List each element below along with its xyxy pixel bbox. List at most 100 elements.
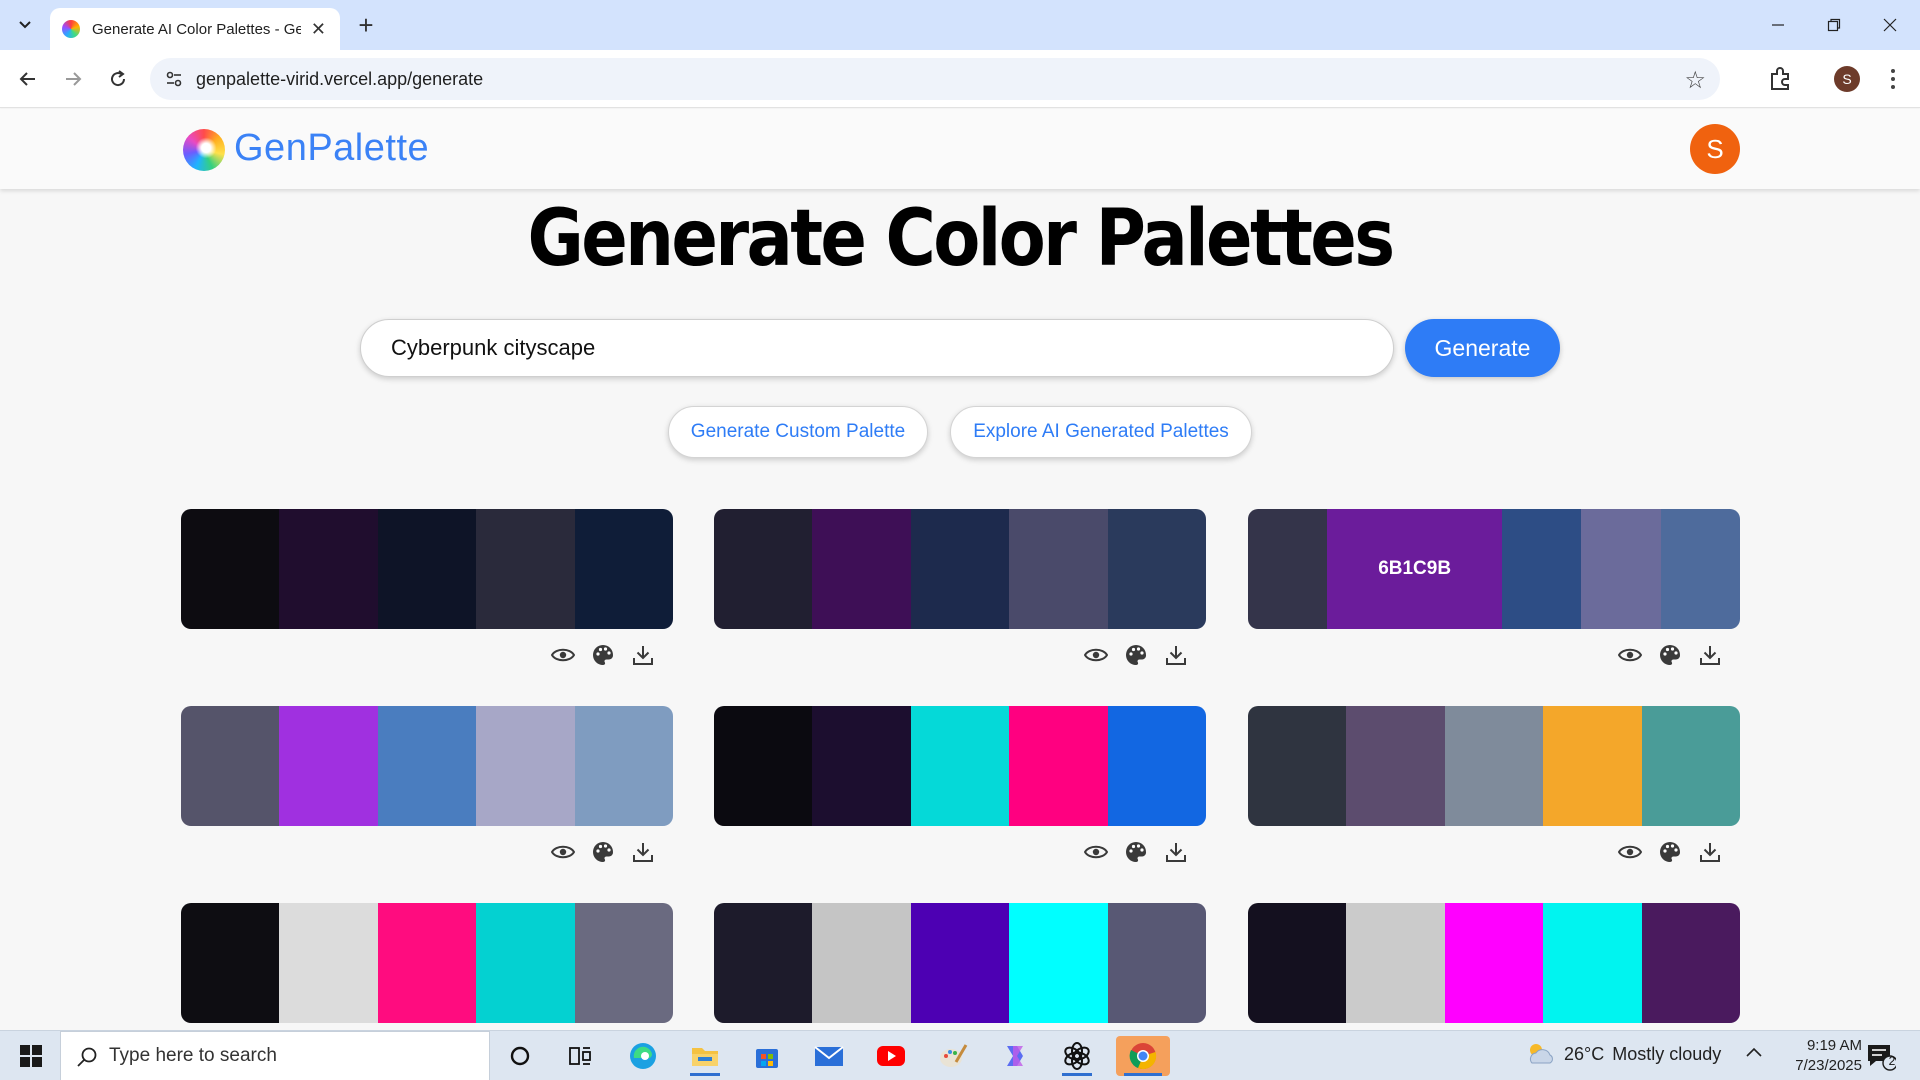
taskbar-mail[interactable] xyxy=(806,1036,852,1076)
color-swatch[interactable] xyxy=(812,903,911,1023)
taskbar-chatgpt[interactable] xyxy=(1054,1036,1100,1076)
color-swatch[interactable] xyxy=(181,509,280,629)
color-swatch[interactable] xyxy=(1248,509,1328,629)
start-button[interactable] xyxy=(10,1039,52,1073)
close-window-button[interactable] xyxy=(1862,0,1918,50)
taskbar-youtube[interactable] xyxy=(868,1036,914,1076)
color-swatch[interactable] xyxy=(1107,706,1206,826)
tab-close-icon[interactable]: ✕ xyxy=(309,19,328,40)
preview-eye-icon[interactable] xyxy=(551,840,575,864)
color-swatch[interactable] xyxy=(812,706,911,826)
color-swatch[interactable] xyxy=(812,509,911,629)
color-swatch[interactable] xyxy=(1009,509,1108,629)
palette-edit-icon[interactable] xyxy=(1124,643,1148,667)
tab-search-button[interactable] xyxy=(8,9,42,41)
color-swatch[interactable] xyxy=(574,509,673,629)
color-swatch[interactable] xyxy=(476,509,575,629)
color-swatch[interactable] xyxy=(910,509,1010,629)
color-swatch[interactable] xyxy=(1346,903,1445,1023)
color-swatch[interactable] xyxy=(279,706,378,826)
reload-button[interactable] xyxy=(100,61,136,97)
color-swatch[interactable] xyxy=(574,903,673,1023)
color-swatch[interactable] xyxy=(1501,509,1582,629)
color-swatch[interactable] xyxy=(574,706,673,826)
color-swatch[interactable] xyxy=(279,509,378,629)
system-clock[interactable]: 9:19 AM 7/23/2025 xyxy=(1772,1036,1862,1076)
color-swatch[interactable] xyxy=(1248,903,1347,1023)
color-swatch[interactable] xyxy=(1346,706,1445,826)
preview-eye-icon[interactable] xyxy=(1618,840,1642,864)
bookmark-star-icon[interactable]: ☆ xyxy=(1684,66,1706,95)
color-swatch[interactable] xyxy=(181,903,280,1023)
download-icon[interactable] xyxy=(1164,643,1188,667)
new-tab-button[interactable]: + xyxy=(350,9,382,41)
genpalette-logo-icon[interactable] xyxy=(183,129,225,171)
color-swatch[interactable] xyxy=(1581,509,1661,629)
explore-ai-palettes-button[interactable]: Explore AI Generated Palettes xyxy=(950,406,1252,458)
generate-button[interactable]: Generate xyxy=(1405,319,1560,377)
taskbar-file-explorer[interactable] xyxy=(682,1036,728,1076)
logo-text[interactable]: GenPalette xyxy=(234,127,429,170)
download-icon[interactable] xyxy=(631,643,655,667)
forward-button[interactable] xyxy=(55,61,91,97)
palette-edit-icon[interactable] xyxy=(591,840,615,864)
site-settings-icon[interactable] xyxy=(164,69,184,89)
cortana-button[interactable] xyxy=(497,1036,543,1076)
weather-widget[interactable]: 26°C Mostly cloudy xyxy=(1524,1041,1721,1067)
browser-tab-active[interactable]: Generate AI Color Palettes - GenPalette … xyxy=(50,8,340,50)
color-swatch[interactable] xyxy=(1107,903,1206,1023)
palette-edit-icon[interactable] xyxy=(591,643,615,667)
color-swatch[interactable] xyxy=(279,903,378,1023)
browser-profile-avatar[interactable]: S xyxy=(1834,66,1860,92)
extensions-puzzle-icon[interactable] xyxy=(1766,64,1796,94)
color-swatch[interactable] xyxy=(910,903,1010,1023)
user-avatar[interactable]: S xyxy=(1690,124,1740,174)
color-swatch[interactable] xyxy=(714,903,813,1023)
generate-custom-palette-button[interactable]: Generate Custom Palette xyxy=(668,406,928,458)
prompt-field[interactable] xyxy=(360,319,1394,377)
color-swatch[interactable]: 6B1C9B xyxy=(1327,509,1502,629)
preview-eye-icon[interactable] xyxy=(1084,840,1108,864)
palette-edit-icon[interactable] xyxy=(1658,643,1682,667)
taskbar-copilot[interactable] xyxy=(992,1036,1038,1076)
color-swatch[interactable] xyxy=(377,509,477,629)
address-bar[interactable]: genpalette-virid.vercel.app/generate ☆ xyxy=(150,58,1720,100)
color-swatch[interactable] xyxy=(1107,509,1206,629)
color-swatch[interactable] xyxy=(476,903,575,1023)
color-swatch[interactable] xyxy=(377,903,477,1023)
taskbar-paint[interactable] xyxy=(930,1036,976,1076)
color-swatch[interactable] xyxy=(1641,903,1740,1023)
taskbar-chrome[interactable] xyxy=(1116,1036,1170,1076)
color-swatch[interactable] xyxy=(1444,706,1544,826)
taskbar-edge[interactable] xyxy=(620,1036,666,1076)
color-swatch[interactable] xyxy=(377,706,477,826)
back-button[interactable] xyxy=(10,61,46,97)
color-swatch[interactable] xyxy=(714,706,813,826)
download-icon[interactable] xyxy=(631,840,655,864)
restore-button[interactable] xyxy=(1806,0,1862,50)
show-hidden-icons-chevron-up-icon[interactable] xyxy=(1745,1043,1763,1064)
color-swatch[interactable] xyxy=(910,706,1010,826)
color-swatch[interactable] xyxy=(1660,509,1740,629)
palette-edit-icon[interactable] xyxy=(1124,840,1148,864)
task-view-button[interactable] xyxy=(557,1036,603,1076)
color-swatch[interactable] xyxy=(1543,903,1642,1023)
taskbar-search-box[interactable]: Type here to search xyxy=(60,1031,490,1080)
color-swatch[interactable] xyxy=(1641,706,1740,826)
taskbar-store[interactable] xyxy=(744,1036,790,1076)
browser-menu-icon[interactable] xyxy=(1880,62,1906,96)
color-swatch[interactable] xyxy=(181,706,280,826)
download-icon[interactable] xyxy=(1164,840,1188,864)
preview-eye-icon[interactable] xyxy=(551,643,575,667)
minimize-button[interactable] xyxy=(1750,0,1806,50)
color-swatch[interactable] xyxy=(714,509,813,629)
color-swatch[interactable] xyxy=(1009,903,1108,1023)
color-swatch[interactable] xyxy=(1009,706,1108,826)
color-swatch[interactable] xyxy=(1248,706,1347,826)
download-icon[interactable] xyxy=(1698,643,1722,667)
download-icon[interactable] xyxy=(1698,840,1722,864)
color-swatch[interactable] xyxy=(476,706,575,826)
notification-center-button[interactable]: 2 xyxy=(1864,1041,1904,1073)
preview-eye-icon[interactable] xyxy=(1084,643,1108,667)
prompt-input[interactable] xyxy=(361,320,1393,376)
